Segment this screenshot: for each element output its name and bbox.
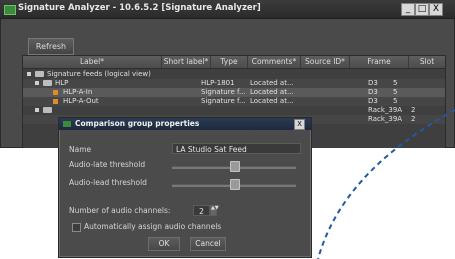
app-icon xyxy=(4,5,16,15)
dialog-icon xyxy=(63,121,71,127)
column-header-label[interactable]: Label* xyxy=(23,56,162,68)
column-header-slot[interactable]: Slot xyxy=(409,56,445,68)
row-frame: Rack_39A xyxy=(368,115,403,123)
row-label: Signature feeds (logical view) xyxy=(47,70,151,78)
channels-label: Number of audio channels: xyxy=(69,206,171,215)
audio-lead-label: Audio-lead threshold xyxy=(69,178,147,187)
column-header-short-label[interactable]: Short label* xyxy=(162,56,211,68)
collapse-icon[interactable] xyxy=(35,108,39,112)
table-row[interactable]: HLP-A-Out Signature f... Located at... D… xyxy=(23,97,445,106)
row-type: Signature f... xyxy=(201,97,246,105)
row-comments: Located at... xyxy=(250,97,294,105)
row-slot: 2 xyxy=(411,106,416,114)
refresh-button[interactable]: Refresh xyxy=(28,38,74,55)
row-type: HLP-1801 xyxy=(201,79,235,87)
row-slot: 5 xyxy=(393,88,398,96)
row-slot: 5 xyxy=(393,79,398,87)
dialog-title: Comparison group properties xyxy=(75,119,200,128)
row-type: Signature f... xyxy=(201,88,246,96)
audio-lead-slider-thumb[interactable] xyxy=(230,179,240,190)
signal-icon xyxy=(53,99,58,104)
table-row[interactable]: HLP-A-In Signature f... Located at... D3… xyxy=(23,88,445,97)
row-label: HLP xyxy=(55,79,69,87)
comparison-group-dialog: Comparison group properties X Name LA St… xyxy=(58,117,312,258)
auto-assign-checkbox[interactable] xyxy=(72,223,81,232)
dialog-title-bar: Comparison group properties X xyxy=(59,118,311,130)
row-comments: Located at... xyxy=(250,79,294,87)
row-label: HLP-A-In xyxy=(63,88,93,96)
title-bar: Signature Analyzer - 10.6.5.2 [Signature… xyxy=(0,0,455,19)
audio-late-label: Audio-late threshold xyxy=(69,160,146,169)
row-frame: Rack_39A xyxy=(368,106,403,114)
row-slot: 5 xyxy=(393,97,398,105)
column-header-type[interactable]: Type xyxy=(211,56,248,68)
auto-assign-label: Automatically assign audio channels xyxy=(84,222,222,231)
row-slot: 2 xyxy=(411,115,416,123)
minimize-button[interactable]: _ xyxy=(401,3,415,16)
channels-stepper[interactable]: 2 xyxy=(193,205,210,216)
audio-late-slider-thumb[interactable] xyxy=(230,161,240,172)
table-row[interactable]: Signature feeds (logical view) xyxy=(23,70,445,79)
table-row[interactable]: Rack_39A 2 xyxy=(23,106,445,115)
stepper-arrows-icon[interactable]: ▲▼ xyxy=(210,205,219,216)
folder-icon xyxy=(43,80,52,86)
folder-icon xyxy=(35,71,44,77)
maximize-button[interactable]: □ xyxy=(415,3,429,16)
cancel-button[interactable]: Cancel xyxy=(190,237,226,251)
ok-button[interactable]: OK xyxy=(148,237,180,251)
row-comments: Located at... xyxy=(250,88,294,96)
column-header-source-id[interactable]: Source ID* xyxy=(301,56,350,68)
column-header-comments[interactable]: Comments* xyxy=(248,56,301,68)
collapse-icon[interactable] xyxy=(27,72,31,76)
table-row[interactable]: HLP HLP-1801 Located at... D3 5 xyxy=(23,79,445,88)
signal-icon xyxy=(53,90,58,95)
collapse-icon[interactable] xyxy=(35,81,39,85)
table-header: Label* Short label* Type Comments* Sourc… xyxy=(23,56,445,69)
column-header-frame[interactable]: Frame xyxy=(350,56,409,68)
folder-icon xyxy=(43,107,52,113)
window-title: Signature Analyzer - 10.6.5.2 [Signature… xyxy=(18,3,261,13)
close-button[interactable]: X xyxy=(429,3,443,16)
name-field[interactable]: LA Studio Sat Feed xyxy=(172,143,301,154)
name-label: Name xyxy=(69,145,92,154)
row-label: HLP-A-Out xyxy=(63,97,99,105)
dialog-close-button[interactable]: X xyxy=(294,119,305,130)
